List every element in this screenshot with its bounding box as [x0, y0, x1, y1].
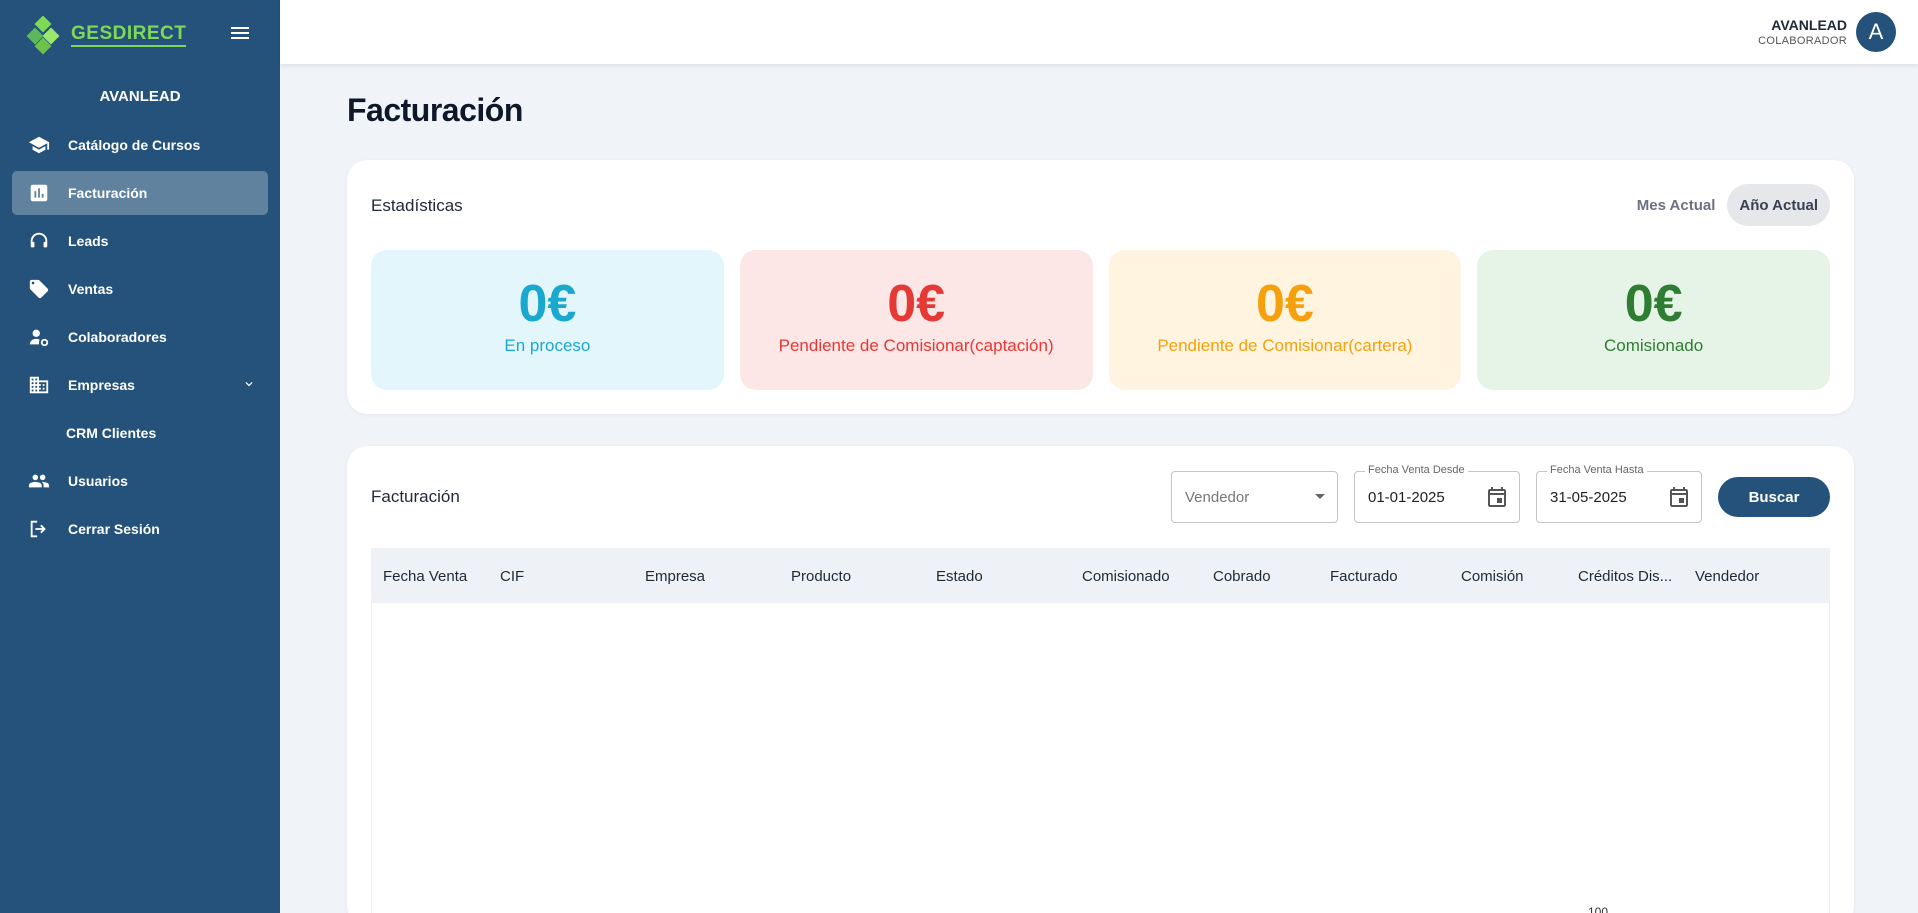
calendar-icon[interactable]	[1485, 485, 1509, 509]
sidebar-nav: Catálogo de Cursos Facturación Leads Ven…	[12, 123, 268, 555]
period-ano-actual-button[interactable]: Año Actual	[1727, 184, 1830, 226]
date-from-label: Fecha Venta Desde	[1365, 464, 1468, 476]
stat-boxes: 0€ En proceso 0€ Pendiente de Comisionar…	[371, 250, 1830, 390]
column-header[interactable]: Estado	[925, 568, 1071, 585]
logo-icon	[26, 16, 60, 55]
pagination-partial: 100	[1588, 905, 1609, 913]
sidebar-item-label: Usuarios	[68, 473, 128, 489]
logout-icon	[28, 518, 50, 540]
bar-chart-icon	[28, 182, 50, 204]
people-gear-icon	[28, 326, 50, 348]
stat-en-proceso: 0€ En proceso	[371, 250, 724, 390]
period-toggle: Mes Actual Año Actual	[1625, 184, 1830, 226]
user-info: AVANLEAD COLABORADOR	[1758, 17, 1847, 47]
column-header[interactable]: Créditos Dis...	[1567, 568, 1684, 585]
date-to-value: 31-05-2025	[1550, 489, 1627, 506]
filters-bar: Vendedor Fecha Venta Desde 01-01-2025 Fe…	[1171, 464, 1830, 524]
menu-toggle-icon[interactable]	[228, 24, 252, 48]
sidebar-item-facturacion[interactable]: Facturación	[12, 171, 268, 215]
sidebar-item-label: Colaboradores	[68, 329, 167, 345]
column-header[interactable]: Cobrado	[1202, 568, 1319, 585]
sidebar-item-label: Empresas	[68, 377, 135, 393]
column-header[interactable]: Fecha Venta	[372, 568, 489, 585]
stats-title: Estadísticas	[371, 196, 463, 215]
sidebar-item-ventas[interactable]: Ventas	[12, 267, 268, 311]
table-body	[372, 603, 1829, 913]
vendor-placeholder: Vendedor	[1185, 489, 1250, 506]
period-mes-actual-button[interactable]: Mes Actual	[1625, 184, 1728, 226]
date-to-label: Fecha Venta Hasta	[1547, 464, 1647, 476]
sidebar-item-label: Cerrar Sesión	[68, 521, 160, 537]
sidebar-item-usuarios[interactable]: Usuarios	[12, 459, 268, 503]
stat-value: 0€	[518, 275, 577, 333]
vendor-select[interactable]: Vendedor	[1171, 471, 1338, 523]
user-role: COLABORADOR	[1758, 35, 1847, 47]
sidebar-header: GESDIRECT	[0, 0, 280, 70]
column-header[interactable]: Facturado	[1319, 568, 1450, 585]
user-name: AVANLEAD	[1771, 17, 1847, 33]
sidebar-item-label: Facturación	[68, 185, 148, 201]
logo-text: GESDIRECT	[71, 24, 187, 47]
stat-label: Comisionado	[1604, 336, 1704, 355]
sidebar-item-colaboradores[interactable]: Colaboradores	[12, 315, 268, 359]
stat-value: 0€	[1624, 275, 1683, 333]
date-from-field[interactable]: Fecha Venta Desde 01-01-2025	[1354, 464, 1520, 523]
caret-down-icon	[1315, 494, 1325, 499]
topbar: AVANLEAD COLABORADOR A	[280, 0, 1918, 64]
sidebar-item-leads[interactable]: Leads	[12, 219, 268, 263]
search-button[interactable]: Buscar	[1718, 477, 1830, 517]
sidebar-item-catalogo[interactable]: Catálogo de Cursos	[12, 123, 268, 167]
stat-pendiente-captacion: 0€ Pendiente de Comisionar(captación)	[739, 250, 1093, 390]
logo[interactable]: GESDIRECT	[25, 16, 205, 56]
stat-comisionado: 0€ Comisionado	[1477, 250, 1830, 390]
billing-title: Facturación	[371, 487, 460, 506]
calendar-icon[interactable]	[1667, 485, 1691, 509]
date-to-field[interactable]: Fecha Venta Hasta 31-05-2025	[1536, 464, 1702, 523]
stat-pendiente-cartera: 0€ Pendiente de Comisionar(cartera)	[1108, 250, 1462, 390]
stat-label: Pendiente de Comisionar(cartera)	[1157, 336, 1413, 355]
date-from-value: 01-01-2025	[1368, 489, 1445, 506]
user-menu[interactable]: AVANLEAD COLABORADOR A	[1758, 12, 1896, 52]
chevron-down-icon[interactable]	[242, 377, 256, 391]
column-header[interactable]: Producto	[780, 568, 925, 585]
sidebar-item-label: Catálogo de Cursos	[68, 137, 201, 153]
sidebar-item-empresas[interactable]: Empresas	[12, 363, 268, 407]
stat-label: En proceso	[504, 336, 591, 355]
sidebar-item-label: CRM Clientes	[66, 425, 157, 441]
column-header[interactable]: Vendedor	[1684, 568, 1824, 585]
table-header: Fecha Venta CIF Empresa Producto Estado …	[372, 549, 1829, 603]
tag-icon	[28, 278, 50, 300]
stat-value: 0€	[887, 275, 946, 333]
avatar[interactable]: A	[1856, 12, 1896, 52]
sidebar-item-crm-clientes[interactable]: CRM Clientes	[12, 411, 268, 455]
school-icon	[28, 134, 50, 156]
sidebar-item-label: Ventas	[68, 281, 114, 297]
sidebar-item-label: Leads	[68, 233, 109, 249]
stat-value: 0€	[1255, 275, 1314, 333]
column-header[interactable]: Empresa	[634, 568, 780, 585]
building-icon	[28, 374, 50, 396]
sidebar-item-cerrar-sesion[interactable]: Cerrar Sesión	[12, 507, 268, 551]
headset-icon	[28, 230, 50, 252]
stat-label: Pendiente de Comisionar(captación)	[778, 336, 1054, 355]
group-icon	[28, 470, 50, 492]
column-header[interactable]: Comisionado	[1071, 568, 1202, 585]
billing-table: Fecha Venta CIF Empresa Producto Estado …	[371, 548, 1830, 913]
billing-card: Facturación Vendedor Fecha Venta Desde 0…	[347, 446, 1854, 913]
page-title: Facturación	[347, 92, 523, 128]
column-header[interactable]: Comisión	[1450, 568, 1567, 585]
org-name: AVANLEAD	[99, 88, 181, 105]
column-header[interactable]: CIF	[489, 568, 634, 585]
stats-card: Estadísticas Mes Actual Año Actual 0€ En…	[347, 160, 1854, 414]
sidebar: GESDIRECT AVANLEAD Catálogo de Cursos Fa…	[0, 0, 280, 913]
